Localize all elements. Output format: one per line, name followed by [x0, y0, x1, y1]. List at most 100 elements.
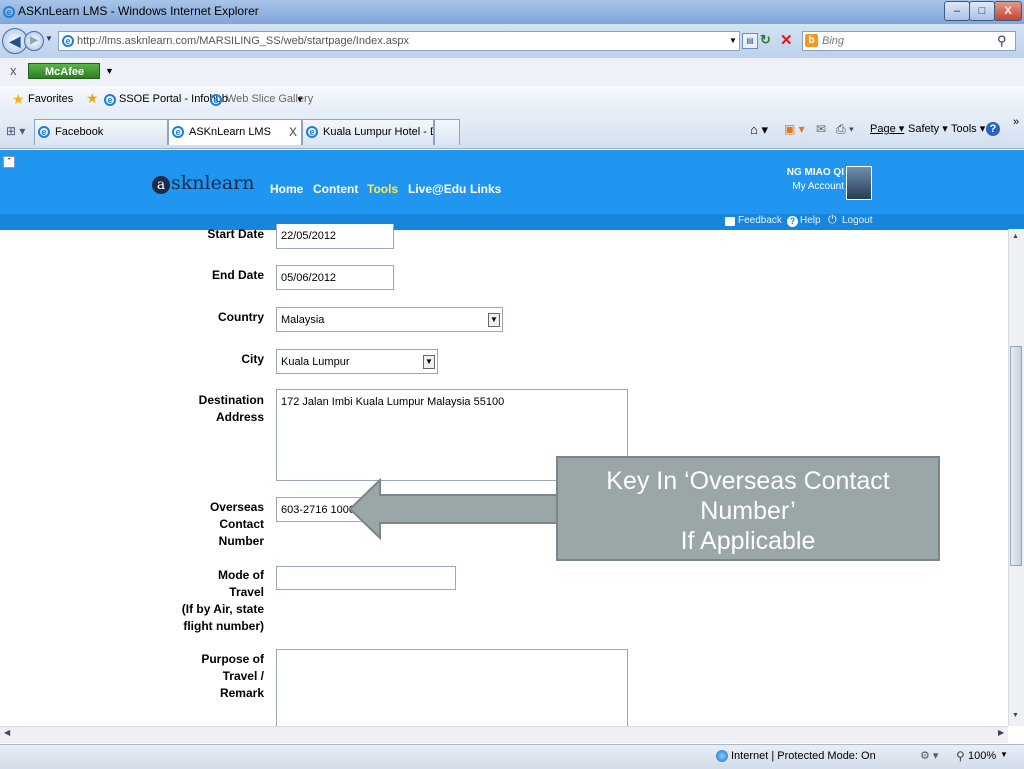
read-mail-icon[interactable]: ✉	[816, 122, 826, 136]
status-bar: Internet | Protected Mode: On ⚙ ▾ ⚲ 100%…	[0, 744, 1024, 769]
new-tab-button[interactable]	[434, 119, 460, 145]
tab-kuala-lumpur-hotel[interactable]: Kuala Lumpur Hotel - Dors...	[302, 119, 434, 145]
overseas-label-line1: Overseas	[209, 500, 264, 514]
collapse-icon[interactable]: ⌃	[3, 156, 15, 168]
scrollbar-thumb[interactable]	[1010, 346, 1022, 566]
page-icon: e	[62, 35, 74, 47]
overseas-label-line3: Number	[218, 534, 264, 548]
callout-line1: Key In ‘Overseas Contact	[606, 467, 890, 495]
purpose-label-line3: Remark	[219, 686, 264, 700]
my-account-link[interactable]: My Account	[780, 180, 844, 194]
nav-links[interactable]: Links	[470, 182, 501, 196]
country-label: Country	[218, 310, 264, 324]
zoom-dropdown-icon[interactable]: ▼	[1000, 750, 1008, 759]
fav-page-icon: e	[104, 94, 116, 106]
callout-line3: If Applicable	[680, 527, 816, 555]
compatibility-icon[interactable]: ▤	[742, 33, 758, 49]
safety-menu[interactable]: Safety ▾	[908, 122, 948, 135]
power-icon: ⏻	[828, 214, 837, 226]
home-icon[interactable]: ⌂ ▾	[750, 122, 768, 138]
tools-menu-label: Tools	[951, 123, 977, 135]
scroll-right-icon[interactable]: ▶	[998, 728, 1004, 737]
hotel-tab-icon: e	[306, 126, 318, 138]
callout-line2: Number’	[700, 497, 796, 525]
horizontal-scrollbar[interactable]	[0, 726, 1008, 743]
mode-of-travel-field[interactable]	[276, 566, 456, 590]
scroll-up-icon[interactable]: ▲	[1012, 233, 1019, 240]
tab-asknlearn[interactable]: ASKnLearn LMS	[168, 119, 302, 145]
page-menu-label: Page	[870, 123, 896, 135]
chevron-more-icon[interactable]: »	[1013, 116, 1019, 128]
protected-mode-icon[interactable]: ⚙ ▾	[920, 749, 938, 762]
refresh-icon[interactable]: ↻	[760, 32, 771, 48]
overseas-contact-label: Overseas Contact Number	[94, 499, 264, 550]
toolbar-close-button[interactable]: x	[10, 63, 17, 78]
logo-text: sknlearn	[171, 172, 255, 194]
nav-content[interactable]: Content	[313, 182, 358, 196]
overseas-label-line2: Contact	[219, 517, 264, 531]
quick-tabs-icon[interactable]: ⊞ ▾	[6, 124, 25, 138]
country-select[interactable]: Malaysia ▼	[276, 307, 503, 332]
tab-facebook-label: Facebook	[55, 126, 104, 138]
zoom-level[interactable]: 100%	[968, 750, 996, 762]
maximize-button[interactable]: □	[969, 1, 995, 21]
close-window-button[interactable]: X	[994, 1, 1022, 21]
logo-letter: a	[152, 176, 170, 194]
scroll-down-icon[interactable]: ▼	[1012, 712, 1019, 719]
forward-button[interactable]: ▶	[24, 31, 44, 51]
mcafee-dropdown-icon[interactable]: ▼	[105, 66, 114, 76]
user-info: NG MIAO QI My Account	[780, 166, 844, 194]
tools-menu[interactable]: Tools ▾	[951, 122, 985, 135]
history-dropdown-icon[interactable]: ▼	[45, 34, 53, 43]
help-icon[interactable]: ?	[986, 122, 1000, 136]
purpose-textarea[interactable]	[276, 649, 628, 727]
mode-label-line3: (If by Air, state	[181, 602, 264, 616]
city-dropdown-icon[interactable]: ▼	[423, 355, 435, 369]
start-date-label: Start Date	[207, 227, 264, 241]
nav-home[interactable]: Home	[270, 182, 303, 196]
web-slice-dropdown-icon[interactable]: ▼	[296, 95, 304, 104]
nav-live-edu[interactable]: Live@Edu	[408, 182, 466, 196]
city-label: City	[241, 352, 264, 366]
add-favorite-icon[interactable]: ★	[86, 90, 99, 107]
help-link[interactable]: Help	[800, 215, 821, 226]
feeds-icon[interactable]: ▣ ▾	[784, 122, 805, 136]
facebook-tab-icon: e	[38, 126, 50, 138]
scroll-left-icon[interactable]: ◀	[4, 728, 10, 737]
mcafee-button[interactable]: McAfee	[28, 63, 100, 79]
mcafee-toolbar: x	[0, 58, 1024, 87]
security-zone[interactable]: Internet | Protected Mode: On	[731, 750, 876, 762]
logout-link[interactable]: Logout	[842, 215, 873, 226]
bing-icon: b	[805, 34, 818, 47]
country-dropdown-icon[interactable]: ▼	[488, 313, 500, 327]
page-menu[interactable]: Page ▾	[870, 122, 904, 135]
tab-close-button[interactable]: X	[289, 125, 297, 139]
nav-tools[interactable]: Tools	[367, 182, 398, 196]
feedback-link[interactable]: Feedback	[738, 215, 782, 226]
address-dropdown-icon[interactable]: ▼	[729, 36, 737, 45]
tab-facebook[interactable]: Facebook	[34, 119, 168, 145]
callout-arrow-icon	[348, 478, 559, 540]
mode-label-line1: Mode of	[218, 568, 264, 582]
search-placeholder: Bing	[822, 35, 845, 47]
search-field[interactable]: b Bing ⚲	[802, 31, 1016, 51]
city-select[interactable]: Kuala Lumpur ▼	[276, 349, 438, 374]
address-field[interactable]: e http://lms.asknlearn.com/MARSILING_SS/…	[58, 31, 740, 51]
destination-label-line2: Address	[215, 410, 264, 424]
purpose-label: Purpose of Travel / Remark	[94, 651, 264, 702]
user-name: NG MIAO QI	[786, 167, 844, 178]
help-circle-icon: ?	[787, 216, 798, 227]
zoom-icon: ⚲	[956, 749, 965, 763]
stop-icon[interactable]: ✕	[780, 31, 793, 49]
start-date-field[interactable]: 22/05/2012	[276, 224, 394, 249]
asknlearn-tab-icon: e	[172, 126, 184, 138]
avatar[interactable]	[846, 166, 872, 200]
minimize-button[interactable]: –	[944, 1, 970, 21]
callout-box: Key In ‘Overseas Contact Number’ If Appl…	[556, 456, 940, 561]
city-value: Kuala Lumpur	[281, 356, 350, 368]
print-icon[interactable]: ⎙ ▾	[836, 122, 854, 137]
favorites-button[interactable]: Favorites	[28, 93, 73, 105]
search-icon[interactable]: ⚲	[997, 33, 1007, 49]
end-date-field[interactable]: 05/06/2012	[276, 265, 394, 290]
asknlearn-logo[interactable]: a sknlearn	[152, 172, 254, 194]
